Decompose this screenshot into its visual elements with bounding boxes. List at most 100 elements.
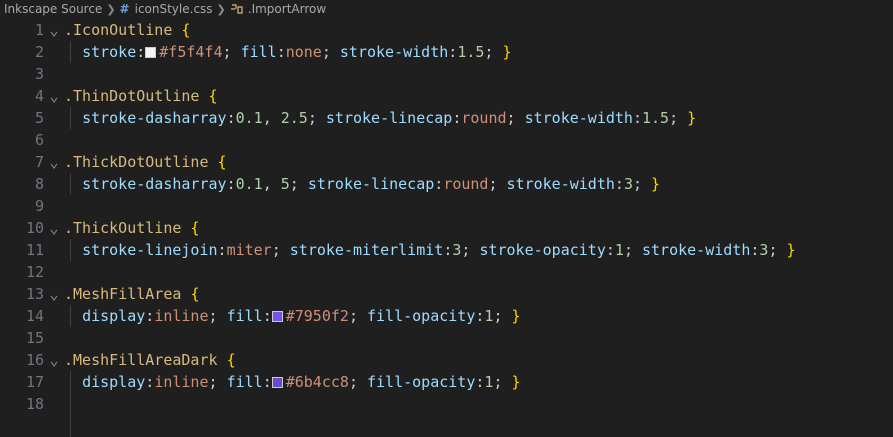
css-value: 5 [280, 175, 290, 193]
code-line[interactable]: 5 stroke-dasharray:0.1, 2.5; stroke-line… [0, 107, 893, 129]
line-number: 12 [25, 263, 44, 281]
code-editor[interactable]: 1 ⌄ .IconOutline { 2 stroke: #f5f4f4; fil… [0, 18, 893, 437]
close-brace: } [511, 373, 521, 391]
close-brace: } [786, 241, 796, 259]
line-number: 3 [34, 65, 44, 83]
code-line[interactable]: 3 [0, 63, 893, 85]
code-line[interactable]: 17 display:inline; fill: #6b4cc8; fill-op… [0, 371, 893, 393]
css-property: stroke-width [642, 241, 751, 259]
css-property: fill [240, 43, 277, 61]
code-line[interactable]: 9 [0, 195, 893, 217]
css-property: stroke-linecap [325, 109, 453, 127]
breadcrumb-symbol[interactable]: .ImportArrow [230, 2, 326, 16]
css-property: fill-opacity [367, 307, 476, 325]
close-brace: } [511, 307, 521, 325]
open-brace: { [190, 285, 200, 303]
line-number: 18 [25, 395, 44, 413]
open-brace: { [217, 153, 227, 171]
line-number: 2 [34, 43, 44, 61]
css-value: 3 [623, 175, 633, 193]
code-line[interactable]: 18 [0, 393, 893, 415]
code-line[interactable]: 13 ⌄ .MeshFillArea { [0, 283, 893, 305]
css-property: stroke-opacity [479, 241, 606, 259]
chevron-right-icon: ❯ [216, 2, 226, 16]
color-swatch[interactable] [271, 311, 283, 322]
line-number: 15 [25, 329, 44, 347]
css-property: stroke-dasharray [82, 109, 227, 127]
open-brace: { [226, 351, 236, 369]
css-property: fill [226, 307, 263, 325]
code-line[interactable]: 4 ⌄ .ThinDotOutline { [0, 85, 893, 107]
chevron-right-icon: ❯ [106, 2, 116, 16]
css-property: stroke-miterlimit [289, 241, 444, 259]
line-number: 10 [25, 219, 44, 237]
fold-chevron-icon[interactable]: ⌄ [44, 283, 64, 305]
css-value: #6b4cc8 [285, 373, 349, 391]
code-line[interactable]: 14 display:inline; fill: #7950f2; fill-op… [0, 305, 893, 327]
css-value: inline [154, 373, 209, 391]
code-line[interactable]: 7 ⌄ .ThickDotOutline { [0, 151, 893, 173]
line-number: 8 [34, 175, 44, 193]
css-property: stroke-linejoin [82, 241, 218, 259]
color-swatch[interactable] [271, 377, 283, 388]
fold-chevron-icon[interactable]: ⌄ [44, 19, 64, 41]
css-property: fill [226, 373, 263, 391]
line-number: 7 [34, 153, 44, 171]
css-value: miter [226, 241, 272, 259]
breadcrumb-folder-label: Inkscape Source [4, 2, 103, 16]
code-line[interactable]: 8 stroke-dasharray:0.1, 5; stroke-lineca… [0, 173, 893, 195]
css-property: stroke-width [524, 109, 633, 127]
css-value: 1.5 [457, 43, 485, 61]
css-value: round [443, 175, 489, 193]
code-line[interactable]: 1 ⌄ .IconOutline { [0, 19, 893, 41]
line-number: 1 [34, 21, 44, 39]
css-value: round [461, 109, 507, 127]
css-value: 1 [614, 241, 624, 259]
css-selector: .IconOutline [64, 21, 173, 39]
breadcrumb: Inkscape Source ❯ # iconStyle.css ❯ .Impo… [0, 0, 893, 18]
line-number: 9 [34, 197, 44, 215]
open-brace: { [190, 219, 200, 237]
fold-chevron-icon[interactable]: ⌄ [44, 85, 64, 107]
css-property: stroke-width [339, 43, 449, 61]
code-line[interactable]: 6 [0, 129, 893, 151]
code-line[interactable]: 10 ⌄ .ThickOutline { [0, 217, 893, 239]
css-property: display [82, 373, 146, 391]
code-line[interactable]: 15 [0, 327, 893, 349]
indent-guide [70, 371, 71, 437]
line-number: 6 [34, 131, 44, 149]
open-brace: { [208, 87, 218, 105]
breadcrumb-symbol-label: .ImportArrow [247, 2, 327, 16]
indent-guide [70, 107, 71, 129]
css-property: stroke-linecap [307, 175, 435, 193]
css-value: #7950f2 [285, 307, 349, 325]
css-selector-icon [230, 3, 244, 15]
color-swatch[interactable] [145, 47, 157, 58]
css-value: 2.5 [280, 109, 308, 127]
css-selector: .MeshFillArea [64, 285, 182, 303]
fold-chevron-icon[interactable]: ⌄ [44, 217, 64, 239]
line-number: 14 [25, 307, 44, 325]
code-line[interactable]: 11 stroke-linejoin:miter; stroke-miterli… [0, 239, 893, 261]
line-number: 4 [34, 87, 44, 105]
css-property: stroke-dasharray [82, 175, 227, 193]
breadcrumb-file[interactable]: # iconStyle.css [120, 2, 213, 16]
css-value: 0.1 [235, 175, 263, 193]
code-line[interactable]: 16 ⌄ .MeshFillAreaDark { [0, 349, 893, 371]
css-selector: .MeshFillAreaDark [64, 351, 218, 369]
css-selector: .ThickOutline [64, 219, 182, 237]
indent-guide [70, 173, 71, 195]
css-value: 1.5 [642, 109, 670, 127]
css-property: fill-opacity [367, 373, 476, 391]
fold-chevron-icon[interactable]: ⌄ [44, 151, 64, 173]
css-property: stroke [82, 43, 137, 61]
code-line[interactable]: 2 stroke: #f5f4f4; fill:none; stroke-widt… [0, 41, 893, 63]
breadcrumb-file-label: iconStyle.css [134, 2, 213, 16]
line-number: 16 [25, 351, 44, 369]
code-line[interactable]: 12 [0, 261, 893, 283]
css-value: inline [154, 307, 209, 325]
breadcrumb-folder[interactable]: Inkscape Source [4, 2, 102, 16]
css-file-icon: # [119, 2, 130, 16]
css-value: 0.1 [235, 109, 263, 127]
fold-chevron-icon[interactable]: ⌄ [44, 349, 64, 371]
